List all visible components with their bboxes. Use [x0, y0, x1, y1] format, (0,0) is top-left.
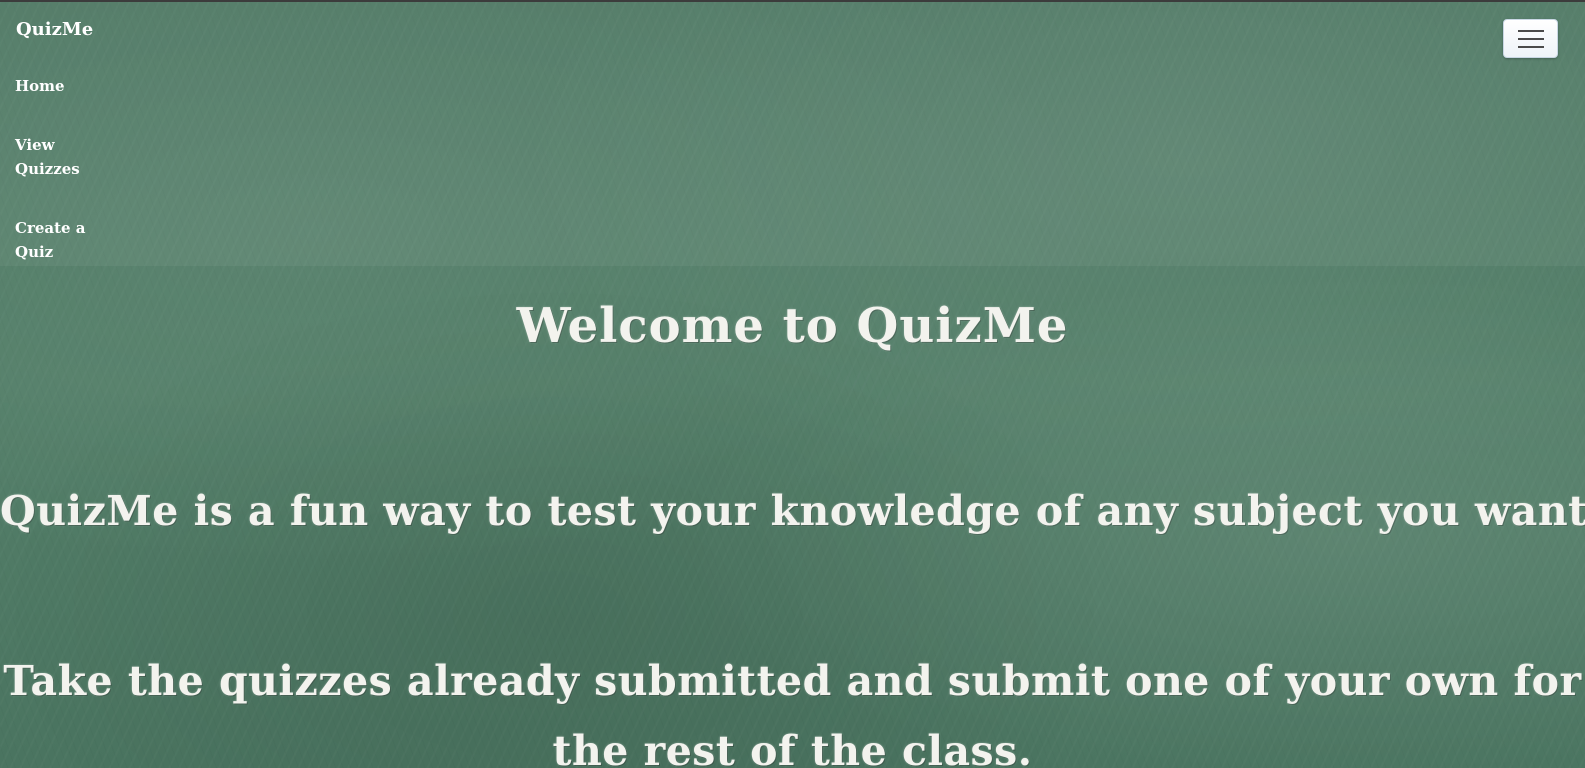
hamburger-menu-icon [1518, 30, 1544, 48]
nav-link-home[interactable]: Home [15, 74, 115, 98]
nav-item-home: Home [15, 74, 115, 98]
nav-item-view-quizzes: View Quizzes [15, 133, 115, 181]
brand-link[interactable]: QuizMe [16, 19, 93, 40]
page-title: Welcome to QuizMe [516, 298, 1069, 354]
navbar: QuizMe Home View Quizzes Create a Quiz [0, 2, 1585, 266]
navbar-toggler-button[interactable] [1503, 19, 1558, 58]
intro-text: QuizMe is a fun way to test your knowled… [0, 487, 1585, 535]
nav-item-create-quiz: Create a Quiz [15, 216, 115, 264]
nav-link-view-quizzes[interactable]: View Quizzes [15, 133, 115, 181]
call-to-action-text: Take the quizzes already submitted and s… [3, 657, 1582, 768]
nav-link-create-quiz[interactable]: Create a Quiz [15, 216, 115, 264]
main-content: Welcome to QuizMe QuizMe is a fun way to… [0, 266, 1585, 768]
